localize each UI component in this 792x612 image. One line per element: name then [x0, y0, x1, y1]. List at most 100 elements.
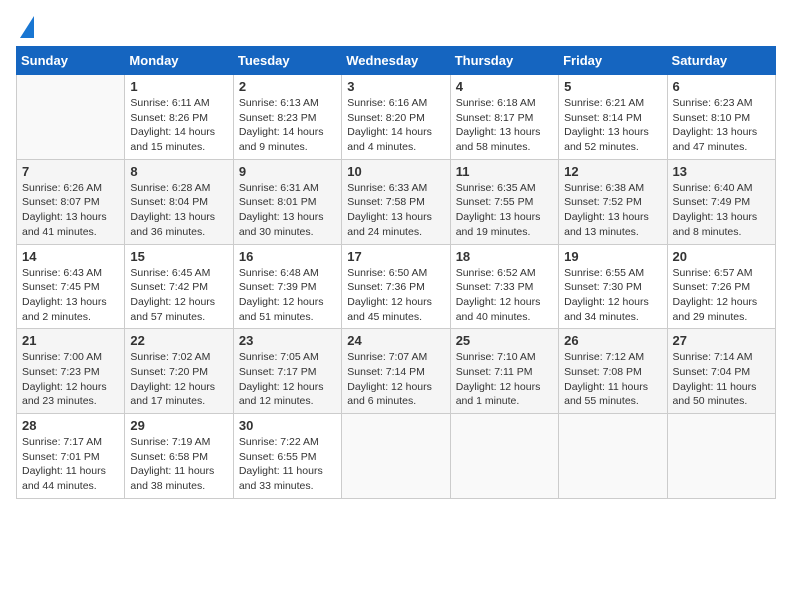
day-number: 22 — [130, 333, 227, 348]
calendar-table: SundayMondayTuesdayWednesdayThursdayFrid… — [16, 46, 776, 499]
cell-info-line: Daylight: 12 hours — [22, 380, 119, 395]
day-number: 1 — [130, 79, 227, 94]
cell-info-line: and 33 minutes. — [239, 479, 336, 494]
cell-info-line: Sunset: 7:39 PM — [239, 280, 336, 295]
cell-info-line: Daylight: 13 hours — [239, 210, 336, 225]
calendar-cell: 12Sunrise: 6:38 AMSunset: 7:52 PMDayligh… — [559, 159, 667, 244]
cell-info-line: Daylight: 12 hours — [239, 380, 336, 395]
cell-info-line: Daylight: 11 hours — [22, 464, 119, 479]
cell-info-line: Sunset: 7:11 PM — [456, 365, 553, 380]
cell-info-line: and 52 minutes. — [564, 140, 661, 155]
cell-info-line: Sunset: 7:04 PM — [673, 365, 770, 380]
day-number: 17 — [347, 249, 444, 264]
cell-info-line: and 15 minutes. — [130, 140, 227, 155]
day-number: 7 — [22, 164, 119, 179]
cell-info-line: Sunset: 7:42 PM — [130, 280, 227, 295]
cell-info-line: Daylight: 14 hours — [130, 125, 227, 140]
cell-info-line: Daylight: 13 hours — [456, 125, 553, 140]
cell-info-line: and 55 minutes. — [564, 394, 661, 409]
cell-info-line: and 58 minutes. — [456, 140, 553, 155]
calendar-cell: 25Sunrise: 7:10 AMSunset: 7:11 PMDayligh… — [450, 329, 558, 414]
cell-info-line: Sunrise: 6:48 AM — [239, 266, 336, 281]
cell-info-line: and 50 minutes. — [673, 394, 770, 409]
cell-info-line: Sunset: 7:52 PM — [564, 195, 661, 210]
calendar-cell: 8Sunrise: 6:28 AMSunset: 8:04 PMDaylight… — [125, 159, 233, 244]
cell-info-line: and 47 minutes. — [673, 140, 770, 155]
cell-info-line: Sunrise: 6:16 AM — [347, 96, 444, 111]
calendar-cell: 19Sunrise: 6:55 AMSunset: 7:30 PMDayligh… — [559, 244, 667, 329]
cell-info-line: and 24 minutes. — [347, 225, 444, 240]
cell-info-line: Sunset: 7:49 PM — [673, 195, 770, 210]
cell-info-line: Sunrise: 6:38 AM — [564, 181, 661, 196]
calendar-week-5: 28Sunrise: 7:17 AMSunset: 7:01 PMDayligh… — [17, 414, 776, 499]
calendar-cell: 10Sunrise: 6:33 AMSunset: 7:58 PMDayligh… — [342, 159, 450, 244]
day-number: 8 — [130, 164, 227, 179]
cell-info-line: Sunset: 7:08 PM — [564, 365, 661, 380]
calendar-cell: 20Sunrise: 6:57 AMSunset: 7:26 PMDayligh… — [667, 244, 775, 329]
cell-info-line: Sunrise: 6:35 AM — [456, 181, 553, 196]
cell-info-line: Sunrise: 7:07 AM — [347, 350, 444, 365]
cell-info-line: Sunset: 8:01 PM — [239, 195, 336, 210]
cell-info-line: Sunset: 8:10 PM — [673, 111, 770, 126]
day-number: 15 — [130, 249, 227, 264]
cell-info-line: Daylight: 12 hours — [130, 295, 227, 310]
cell-info-line: Sunrise: 6:11 AM — [130, 96, 227, 111]
cell-info-line: Sunrise: 6:31 AM — [239, 181, 336, 196]
day-number: 18 — [456, 249, 553, 264]
day-number: 28 — [22, 418, 119, 433]
calendar-cell: 29Sunrise: 7:19 AMSunset: 6:58 PMDayligh… — [125, 414, 233, 499]
cell-info-line: Sunset: 7:26 PM — [673, 280, 770, 295]
calendar-cell: 18Sunrise: 6:52 AMSunset: 7:33 PMDayligh… — [450, 244, 558, 329]
cell-info-line: Sunrise: 6:13 AM — [239, 96, 336, 111]
cell-info-line: and 13 minutes. — [564, 225, 661, 240]
calendar-week-2: 7Sunrise: 6:26 AMSunset: 8:07 PMDaylight… — [17, 159, 776, 244]
page-header — [16, 16, 776, 38]
calendar-cell: 15Sunrise: 6:45 AMSunset: 7:42 PMDayligh… — [125, 244, 233, 329]
calendar-cell: 1 Sunrise: 6:11 AMSunset: 8:26 PMDaylight… — [125, 75, 233, 160]
col-header-tuesday: Tuesday — [233, 47, 341, 75]
cell-info-line: Sunset: 7:36 PM — [347, 280, 444, 295]
day-number: 25 — [456, 333, 553, 348]
calendar-cell: 26Sunrise: 7:12 AMSunset: 7:08 PMDayligh… — [559, 329, 667, 414]
cell-info-line: Sunset: 8:17 PM — [456, 111, 553, 126]
cell-info-line: and 23 minutes. — [22, 394, 119, 409]
day-number: 5 — [564, 79, 661, 94]
cell-info-line: Sunrise: 7:19 AM — [130, 435, 227, 450]
cell-info-line: Sunrise: 7:10 AM — [456, 350, 553, 365]
cell-info-line: and 8 minutes. — [673, 225, 770, 240]
cell-info-line: and 51 minutes. — [239, 310, 336, 325]
cell-info-line: Sunrise: 6:26 AM — [22, 181, 119, 196]
calendar-cell: 6Sunrise: 6:23 AMSunset: 8:10 PMDaylight… — [667, 75, 775, 160]
calendar-cell: 13Sunrise: 6:40 AMSunset: 7:49 PMDayligh… — [667, 159, 775, 244]
cell-info-line: Sunset: 8:26 PM — [130, 111, 227, 126]
cell-info-line: Sunset: 8:04 PM — [130, 195, 227, 210]
cell-info-line: Sunrise: 6:21 AM — [564, 96, 661, 111]
cell-info-line: Daylight: 11 hours — [239, 464, 336, 479]
calendar-header: SundayMondayTuesdayWednesdayThursdayFrid… — [17, 47, 776, 75]
day-number: 2 — [239, 79, 336, 94]
cell-info-line: Sunrise: 6:33 AM — [347, 181, 444, 196]
cell-info-line: Sunrise: 6:40 AM — [673, 181, 770, 196]
calendar-cell: 16Sunrise: 6:48 AMSunset: 7:39 PMDayligh… — [233, 244, 341, 329]
cell-info-line: Daylight: 13 hours — [347, 210, 444, 225]
cell-info-line: Sunrise: 7:02 AM — [130, 350, 227, 365]
day-number: 6 — [673, 79, 770, 94]
cell-info-line: Sunset: 7:20 PM — [130, 365, 227, 380]
cell-info-line: Daylight: 11 hours — [130, 464, 227, 479]
calendar-cell: 30Sunrise: 7:22 AMSunset: 6:55 PMDayligh… — [233, 414, 341, 499]
cell-info-line: Sunrise: 6:50 AM — [347, 266, 444, 281]
cell-info-line: Sunrise: 7:14 AM — [673, 350, 770, 365]
cell-info-line: and 44 minutes. — [22, 479, 119, 494]
calendar-cell — [17, 75, 125, 160]
cell-info-line: Sunrise: 6:55 AM — [564, 266, 661, 281]
cell-info-line: and 45 minutes. — [347, 310, 444, 325]
day-number: 19 — [564, 249, 661, 264]
cell-info-line: Sunset: 6:55 PM — [239, 450, 336, 465]
cell-info-line: Daylight: 12 hours — [673, 295, 770, 310]
day-number: 16 — [239, 249, 336, 264]
cell-info-line: Daylight: 13 hours — [22, 210, 119, 225]
cell-info-line: and 17 minutes. — [130, 394, 227, 409]
cell-info-line: Sunset: 7:14 PM — [347, 365, 444, 380]
cell-info-line: and 19 minutes. — [456, 225, 553, 240]
day-number: 12 — [564, 164, 661, 179]
